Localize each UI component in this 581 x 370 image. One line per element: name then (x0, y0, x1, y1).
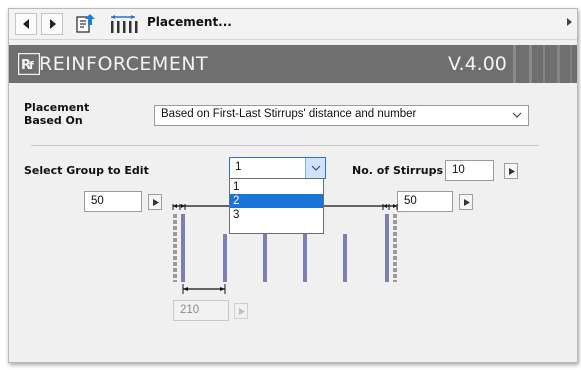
export-settings-button[interactable] (73, 13, 99, 35)
stirrup-bar (343, 234, 347, 282)
right-arrow-icon (464, 199, 470, 206)
placement-label-line2: Based On (24, 114, 83, 127)
stirrups-count-label: No. of Stirrups (352, 164, 443, 177)
group-option-3[interactable]: 3 (230, 208, 323, 222)
select-group-label: Select Group to Edit (24, 164, 149, 177)
back-button[interactable] (15, 13, 37, 35)
chevron-down-icon (311, 165, 321, 171)
more-arrow-icon[interactable] (567, 17, 573, 27)
svg-text:f: f (29, 59, 34, 72)
stirrup-bar (303, 234, 307, 282)
placement-method-select[interactable]: Based on First-Last Stirrups' distance a… (154, 105, 529, 126)
chevron-down-icon (512, 112, 522, 118)
right-arrow-icon (509, 168, 515, 175)
group-option-label: 1 (233, 181, 240, 193)
stirrups-placement-icon (111, 15, 138, 33)
stirrups-count-arrow-button[interactable] (504, 163, 518, 179)
toolbar-title: Placement... (147, 15, 232, 29)
group-select[interactable]: 1 (229, 157, 326, 179)
stirrup-bar (263, 234, 267, 282)
right-end-ticks (382, 204, 398, 210)
placement-label: Placement Based On (24, 101, 89, 127)
right-arrow-icon (239, 308, 245, 315)
stirrup-bar (181, 214, 185, 282)
stirrup-bar (385, 214, 389, 282)
spacing-field: 210 (173, 300, 229, 321)
last-distance-value: 50 (404, 195, 417, 207)
spacing-dimension (182, 284, 226, 294)
first-distance-arrow-button[interactable] (148, 194, 162, 210)
group-option-1[interactable]: 1 (230, 180, 323, 194)
rf-logo-icon: R f (18, 53, 40, 75)
first-distance-value: 50 (91, 195, 104, 207)
banner-decoration (513, 45, 572, 83)
placement-method-value: Based on First-Last Stirrups' distance a… (161, 108, 417, 120)
forward-arrow-icon (50, 19, 56, 29)
export-settings-icon (76, 14, 95, 33)
left-end-ticks (172, 204, 186, 210)
back-arrow-icon (23, 19, 29, 29)
spacing-value: 210 (180, 304, 200, 316)
first-distance-field[interactable]: 50 (84, 191, 142, 212)
spacing-arrow-button (234, 303, 248, 319)
stirrups-count-field[interactable]: 10 (445, 160, 494, 181)
group-dropdown-list: 1 2 3 (229, 178, 324, 234)
placement-dialog: Placement... R f REINFORCEMENT V.4.00 Pl… (8, 8, 578, 363)
banner-title: REINFORCEMENT (39, 53, 209, 75)
stirrups-placement-button[interactable] (107, 13, 141, 35)
group-select-arrow[interactable] (305, 158, 325, 178)
group-option-2[interactable]: 2 (230, 194, 323, 208)
header-banner: R f REINFORCEMENT V.4.00 (9, 45, 577, 83)
version-label: V.4.00 (448, 53, 507, 75)
last-distance-arrow-button[interactable] (459, 194, 473, 210)
section-divider (31, 145, 539, 146)
group-option-label: 3 (233, 209, 240, 221)
placement-label-line1: Placement (24, 101, 90, 114)
toolbar: Placement... (9, 9, 577, 40)
group-select-value: 1 (235, 161, 242, 173)
stirrups-count-value: 10 (452, 164, 465, 176)
group-option-label: 2 (233, 195, 240, 207)
right-arrow-icon (153, 199, 159, 206)
last-distance-field[interactable]: 50 (397, 191, 453, 212)
stirrup-bar (223, 234, 227, 282)
forward-button[interactable] (41, 13, 63, 35)
